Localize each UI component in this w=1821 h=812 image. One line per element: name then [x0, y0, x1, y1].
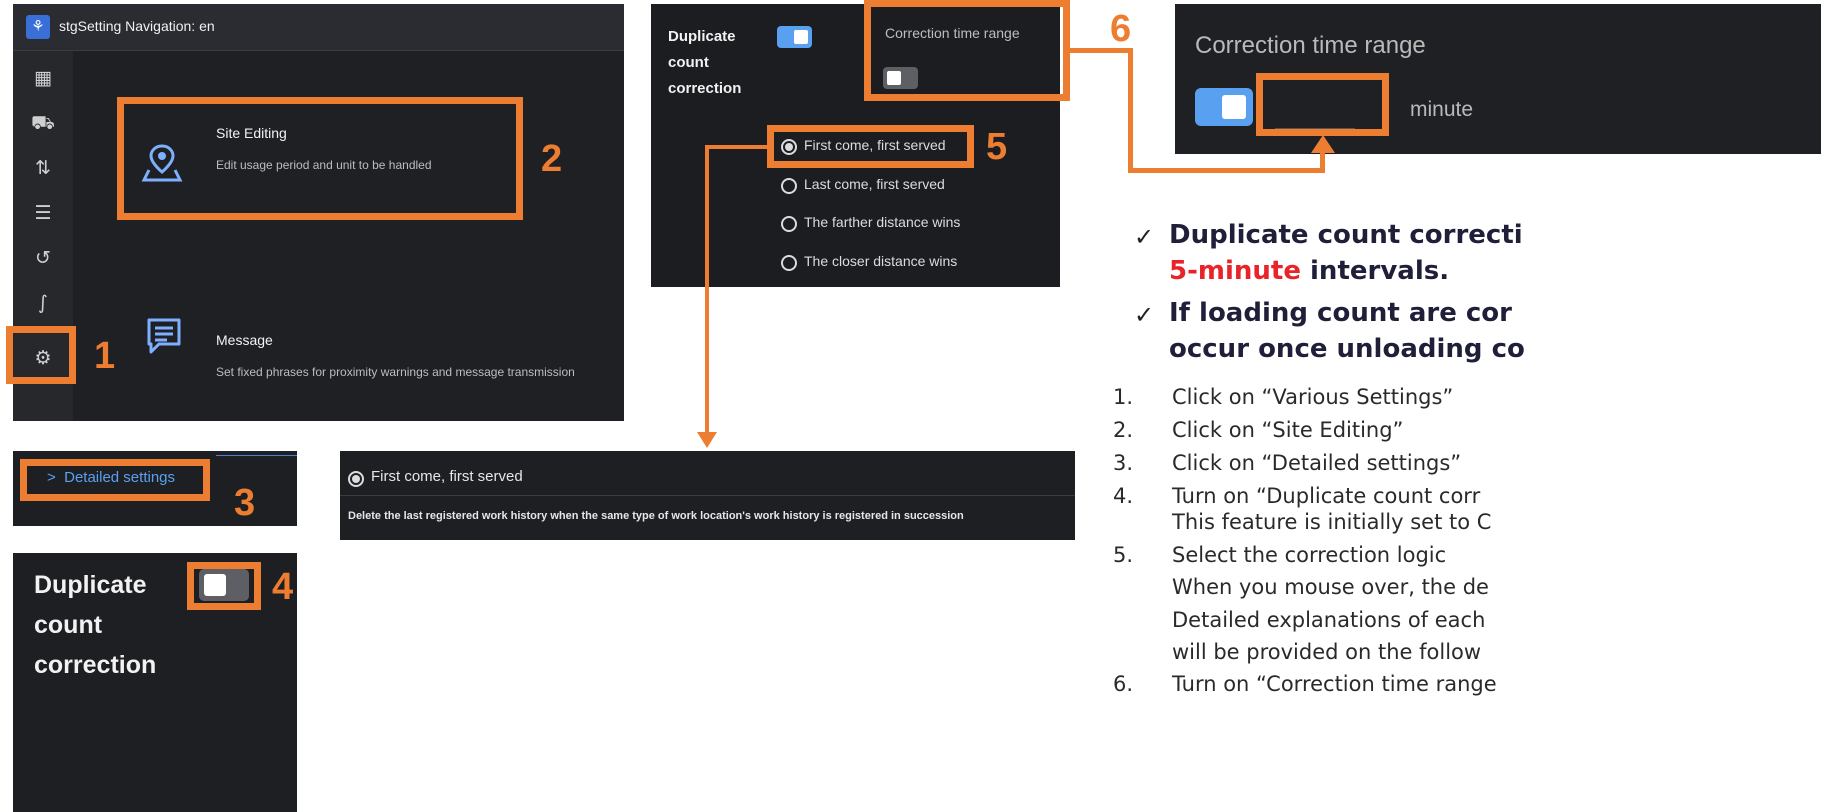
step-text: Click on “Various Settings”	[1172, 385, 1454, 409]
truck-icon[interactable]: ⛟	[26, 108, 60, 138]
message-desc: Set fixed phrases for proximity warnings…	[216, 365, 575, 379]
step-number: 6.	[1113, 672, 1134, 696]
callout-number-6: 6	[1110, 8, 1132, 50]
tooltip-description: Delete the last registered work history …	[348, 510, 964, 522]
step-text: Click on “Site Editing”	[1172, 418, 1404, 442]
check-icon: ✓	[1134, 301, 1155, 329]
sort-icon[interactable]: ⇅	[26, 153, 60, 183]
callout-number-5: 5	[986, 126, 1008, 168]
step-text: Turn on “Duplicate count corr	[1172, 484, 1481, 508]
check-icon: ✓	[1134, 223, 1155, 251]
time-range-toggle-large[interactable]	[1195, 88, 1253, 126]
radio-button[interactable]	[781, 216, 797, 232]
callout-number-4: 4	[272, 566, 294, 608]
step-number: 3.	[1113, 451, 1134, 475]
callout-box-5	[767, 125, 974, 168]
radio-button[interactable]	[348, 471, 364, 487]
title-bar: ⚘ stgSetting Navigation: en	[13, 4, 624, 51]
message-title: Message	[216, 332, 273, 348]
radio-button[interactable]	[781, 255, 797, 271]
dup-count-label-large: Duplicate count correction	[34, 565, 156, 685]
callout-box-3	[20, 459, 210, 501]
callout-number-3: 3	[234, 482, 256, 524]
tooltip-panel: First come, first served Delete the last…	[340, 451, 1075, 540]
dup-label-line2: count	[668, 54, 709, 71]
dup-count-toggle[interactable]	[777, 26, 812, 48]
bullet-1-line2-rest: intervals.	[1300, 256, 1450, 286]
map-icon[interactable]: ▦	[26, 63, 60, 93]
list-icon[interactable]: ☰	[26, 198, 60, 228]
radio-button[interactable]	[781, 178, 797, 194]
step-text: will be provided on the follow	[1172, 640, 1482, 664]
step-number: 1.	[1113, 385, 1134, 409]
connector-line	[1070, 48, 1132, 53]
app-logo-icon: ⚘	[26, 15, 50, 39]
toggle-knob	[794, 30, 808, 44]
bullet-2-line2: occur once unloading co	[1169, 334, 1525, 364]
route-icon[interactable]: ∫	[26, 288, 60, 318]
dup-label-line2: count	[34, 611, 103, 639]
bullet-1-line2: 5-minute intervals.	[1169, 256, 1449, 286]
window-title: stgSetting Navigation: en	[59, 18, 215, 34]
callout-box-6b	[1256, 73, 1389, 136]
step-text: Select the correction logic	[1172, 543, 1447, 567]
callout-box-4	[187, 562, 261, 610]
highlight-5-minute: 5-minute	[1169, 256, 1301, 286]
radio-label: The farther distance wins	[804, 214, 961, 230]
connector-line	[1128, 168, 1325, 173]
radio-label: Last come, first served	[804, 176, 945, 192]
callout-number-2: 2	[541, 138, 563, 180]
history-icon[interactable]: ↺	[26, 243, 60, 273]
step-text: Detailed explanations of each	[1172, 608, 1486, 632]
dup-count-label: Duplicate count correction	[668, 24, 741, 102]
toggle-knob	[1222, 95, 1246, 119]
arrow-down-icon	[697, 432, 717, 448]
bullet-2-line1: If loading count are cor	[1169, 298, 1512, 328]
dup-label-line3: correction	[668, 80, 742, 97]
step-text: Turn on “Correction time range	[1172, 672, 1497, 696]
radio-label: The closer distance wins	[804, 253, 958, 269]
callout-box-2	[117, 97, 523, 220]
dup-label-line1: Duplicate	[668, 28, 736, 45]
callout-number-1: 1	[94, 335, 116, 377]
message-icon	[147, 318, 181, 354]
arrow-up-icon	[1311, 135, 1335, 153]
connector-line	[1128, 48, 1133, 172]
minute-unit: minute	[1410, 98, 1474, 121]
step-text: This feature is initially set to C	[1172, 510, 1492, 534]
step-number: 2.	[1113, 418, 1134, 442]
divider	[216, 455, 297, 456]
connector-line	[706, 145, 768, 149]
callout-box-1	[6, 326, 76, 384]
bullet-1-line1: Duplicate count correcti	[1169, 220, 1523, 250]
step-text: Click on “Detailed settings”	[1172, 451, 1462, 475]
step-text: When you mouse over, the de	[1172, 575, 1489, 599]
dup-label-line1: Duplicate	[34, 571, 147, 599]
time-range-heading: Correction time range	[1195, 32, 1426, 59]
step-number: 4.	[1113, 484, 1134, 508]
dup-label-line3: correction	[34, 651, 157, 679]
connector-line	[705, 145, 709, 435]
step-number: 5.	[1113, 543, 1134, 567]
divider	[340, 495, 1075, 496]
callout-box-6a	[864, 0, 1070, 101]
tooltip-option-label: First come, first served	[371, 468, 523, 485]
